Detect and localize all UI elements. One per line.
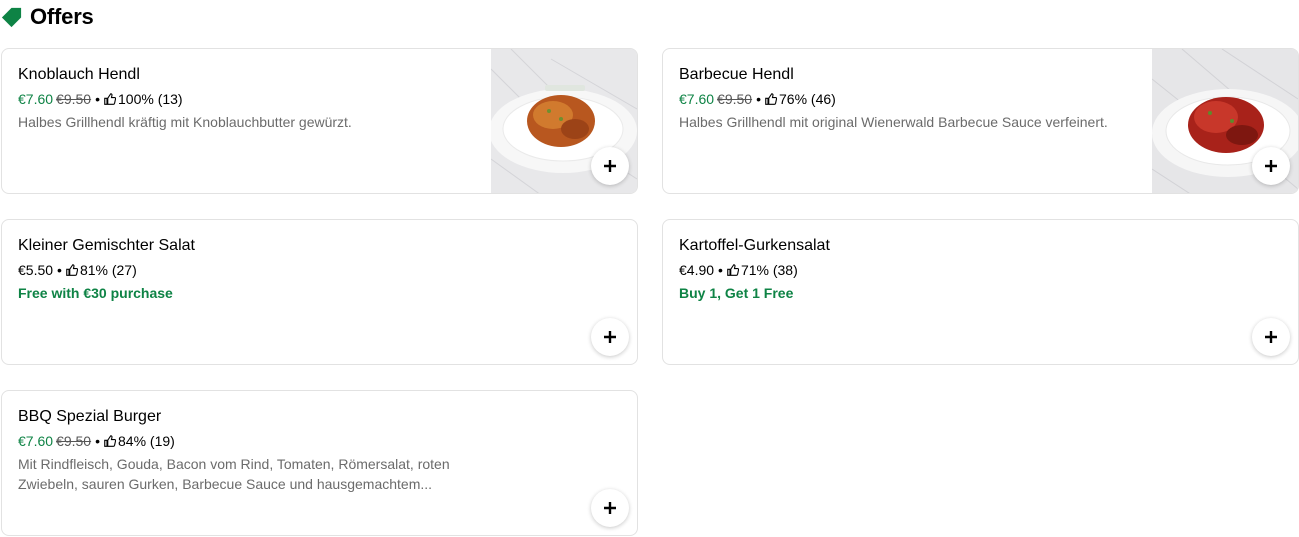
- tag-icon: [1, 7, 22, 27]
- offer-card-kartoffel-gurkensalat[interactable]: Kartoffel-Gurkensalat €4.90 • 71% (38) B…: [662, 219, 1299, 365]
- separator-dot: •: [57, 262, 62, 278]
- discounted-price: €7.60: [18, 433, 54, 449]
- item-description: Halbes Grillhendl kräftig mit Knoblauchb…: [18, 114, 352, 130]
- card-info: Barbecue Hendl €7.60 €9.50 • 76% (46) Ha…: [679, 65, 1128, 132]
- card-info: BBQ Spezial Burger €7.60 €9.50 • 84% (19…: [18, 407, 461, 494]
- thumbs-up-icon: [66, 264, 78, 276]
- rating: 100% (13): [118, 91, 183, 107]
- item-description: Mit Rindfleisch, Gouda, Bacon vom Rind, …: [18, 456, 450, 492]
- offer-card-bbq-spezial-burger[interactable]: BBQ Spezial Burger €7.60 €9.50 • 84% (19…: [1, 390, 638, 536]
- thumbs-up-icon: [765, 93, 777, 105]
- price-row: €7.60 €9.50 • 100% (13): [18, 90, 467, 108]
- item-name: Barbecue Hendl: [679, 66, 794, 83]
- item-name: Kleiner Gemischter Salat: [18, 237, 195, 254]
- plus-icon: [604, 331, 616, 343]
- offer-card-knoblauch-hendl[interactable]: Knoblauch Hendl €7.60 €9.50 • 100% (13) …: [1, 48, 638, 194]
- separator-dot: •: [756, 91, 761, 107]
- separator-dot: •: [718, 262, 723, 278]
- plus-icon: [1265, 160, 1277, 172]
- item-description: Halbes Grillhendl mit original Wienerwal…: [679, 114, 1108, 130]
- item-name: Kartoffel-Gurkensalat: [679, 237, 830, 254]
- price-row: €4.90 • 71% (38): [679, 261, 1282, 279]
- rating: 71% (38): [740, 262, 798, 278]
- thumbs-up-icon: [104, 93, 116, 105]
- price-row: €5.50 • 81% (27): [18, 261, 621, 279]
- plus-icon: [604, 160, 616, 172]
- original-price: €9.50: [717, 91, 753, 107]
- add-to-cart-button[interactable]: [1252, 318, 1290, 356]
- add-to-cart-button[interactable]: [1252, 147, 1290, 185]
- offer-card-barbecue-hendl[interactable]: Barbecue Hendl €7.60 €9.50 • 76% (46) Ha…: [662, 48, 1299, 194]
- price: €5.50: [18, 262, 54, 278]
- card-info: Knoblauch Hendl €7.60 €9.50 • 100% (13) …: [18, 65, 467, 132]
- plus-icon: [604, 502, 616, 514]
- rating: 81% (27): [79, 262, 137, 278]
- original-price: €9.50: [56, 91, 92, 107]
- add-to-cart-button[interactable]: [591, 489, 629, 527]
- promo-label: Free with €30 purchase: [18, 285, 173, 301]
- original-price: €9.50: [56, 433, 92, 449]
- separator-dot: •: [95, 91, 100, 107]
- section-title: Offers: [30, 4, 94, 29]
- add-to-cart-button[interactable]: [591, 147, 629, 185]
- add-to-cart-button[interactable]: [591, 318, 629, 356]
- discounted-price: €7.60: [679, 91, 715, 107]
- card-info: Kleiner Gemischter Salat €5.50 • 81% (27…: [18, 236, 621, 303]
- separator-dot: •: [95, 433, 100, 449]
- discounted-price: €7.60: [18, 91, 54, 107]
- thumbs-up-icon: [104, 435, 116, 447]
- item-name: BBQ Spezial Burger: [18, 408, 162, 425]
- promo-label: Buy 1, Get 1 Free: [679, 285, 794, 301]
- thumbs-up-icon: [727, 264, 739, 276]
- plus-icon: [1265, 331, 1277, 343]
- price: €4.90: [679, 262, 715, 278]
- rating: 84% (19): [118, 433, 175, 449]
- price-row: €7.60 €9.50 • 76% (46): [679, 90, 1128, 108]
- rating: 76% (46): [779, 91, 836, 107]
- offer-card-kleiner-gemischter-salat[interactable]: Kleiner Gemischter Salat €5.50 • 81% (27…: [1, 219, 638, 365]
- card-info: Kartoffel-Gurkensalat €4.90 • 71% (38) B…: [679, 236, 1282, 303]
- item-name: Knoblauch Hendl: [18, 66, 140, 83]
- price-row: €7.60 €9.50 • 84% (19): [18, 432, 461, 450]
- section-header: Offers: [0, 4, 94, 30]
